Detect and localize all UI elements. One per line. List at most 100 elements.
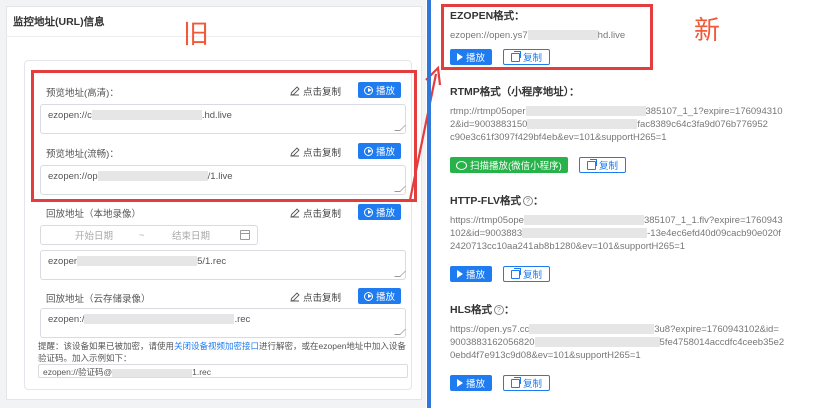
pencil-icon xyxy=(290,208,300,218)
flv-play-button[interactable]: 播放 xyxy=(450,266,493,282)
hls-title-text: HLS格式 xyxy=(450,304,492,316)
play-circle-icon xyxy=(364,85,373,95)
url-part: 2420713cc10aa241ab8b1280&ev=101&supportH… xyxy=(450,241,686,252)
wechat-icon xyxy=(456,160,467,170)
redacted-mask xyxy=(84,314,235,325)
url-prefix: ezopen://open.ys7 xyxy=(450,30,528,41)
address-suffix: /1.live xyxy=(207,171,233,182)
url-part: c90e3c61f3097f429bf4eb&ev=101&supportH26… xyxy=(450,132,667,143)
hls-url: https://open.ys7.cc 3u8?expire=1760943102… xyxy=(450,323,826,362)
play-icon xyxy=(457,379,463,387)
range-separator: ~ xyxy=(139,229,145,241)
copy-label: 复制 xyxy=(599,161,619,172)
pencil-icon xyxy=(290,86,300,96)
copy-label: 点击复制 xyxy=(303,148,342,159)
disable-encryption-link[interactable]: 关闭设备视频加密接口 xyxy=(174,341,259,351)
hls-copy-button[interactable]: 复制 xyxy=(503,375,551,391)
url-part: 385107_1_1?expire=176094310 xyxy=(645,106,783,117)
play-label: 播放 xyxy=(376,86,396,97)
playback-local-address-textarea[interactable]: ezoper 5/1.rec xyxy=(40,250,406,280)
example-prefix: ezopen://验证码@ xyxy=(43,367,113,377)
scan-play-button[interactable]: 扫描播放(微信小程序) xyxy=(450,157,568,173)
pencil-icon xyxy=(290,292,300,302)
url-part: rtmp://rtmp05oper xyxy=(450,106,526,117)
url-part: fac8389c64c3fa9d076b776952 xyxy=(637,119,768,130)
playback-cloud-play-button[interactable]: 播放 xyxy=(358,288,402,304)
redacted-mask xyxy=(529,324,655,335)
scan-label: 扫描播放(微信小程序) xyxy=(470,161,562,172)
playback-local-label: 回放地址（本地录像） xyxy=(46,209,142,220)
redacted-mask xyxy=(522,228,648,239)
rtmp-title: RTMP格式（小程序地址）： xyxy=(450,86,580,98)
redacted-mask xyxy=(97,171,208,182)
hls-play-button[interactable]: 播放 xyxy=(450,375,493,391)
play-label: 播放 xyxy=(376,292,396,303)
redacted-mask xyxy=(527,30,598,41)
old-panel: 监控地址(URL)信息 预览地址(高清)： 点击复制 播放 ezopen://c… xyxy=(0,0,426,408)
preview-hd-copy-link[interactable]: 点击复制 xyxy=(290,84,341,98)
example-suffix: 1.rec xyxy=(192,367,212,377)
flv-copy-button[interactable]: 复制 xyxy=(503,266,551,282)
start-date-placeholder: 开始日期 xyxy=(75,231,114,242)
encryption-notice: 提醒：该设备如果已被加密，请使用关闭设备视频加密接口进行解密，或在ezopen地… xyxy=(38,340,408,364)
address-suffix: .hd.live xyxy=(201,110,232,121)
help-icon[interactable]: ? xyxy=(494,305,504,316)
play-icon xyxy=(457,53,463,61)
rtmp-copy-button[interactable]: 复制 xyxy=(579,157,627,173)
preview-sd-play-button[interactable]: 播放 xyxy=(358,143,402,159)
preview-hd-address-textarea[interactable]: ezopen://c .hd.live xyxy=(40,104,406,134)
address-prefix: ezoper xyxy=(48,256,78,267)
old-annotation: 旧 xyxy=(183,20,210,50)
url-part: 2&id=9003883150 xyxy=(450,119,528,130)
playback-local-play-button[interactable]: 播放 xyxy=(358,204,402,220)
copy-label: 点击复制 xyxy=(303,293,342,304)
play-label: 播放 xyxy=(376,147,396,158)
url-part: https://rtmp05ope xyxy=(450,215,524,226)
play-circle-icon xyxy=(364,146,373,156)
address-prefix: ezopen://c xyxy=(48,110,92,121)
redacted-mask xyxy=(112,368,193,377)
preview-sd-address-textarea[interactable]: ezopen://op/1.live xyxy=(40,165,406,195)
playback-cloud-copy-link[interactable]: 点击复制 xyxy=(290,290,341,304)
copy-label: 点击复制 xyxy=(303,209,342,220)
title-divider xyxy=(6,36,426,37)
ezopen-url: ezopen://open.ys7 hd.live xyxy=(450,29,826,42)
notice-prefix: 提醒：该设备如果已被加密，请使用 xyxy=(38,341,175,351)
play-label: 播放 xyxy=(466,379,486,390)
play-circle-icon xyxy=(364,291,373,301)
help-icon[interactable]: ? xyxy=(522,196,533,207)
ezopen-play-button[interactable]: 播放 xyxy=(450,49,493,65)
url-part: 0ebd4f7e913c9d08&ev=101&supportH265=1 xyxy=(450,350,641,361)
playback-local-copy-link[interactable]: 点击复制 xyxy=(290,206,341,220)
url-part: 102&id=9003883 xyxy=(450,228,523,239)
old-panel-title: 监控地址(URL)信息 xyxy=(13,16,105,28)
url-part: 9003883162056820 xyxy=(450,337,535,348)
resize-handle[interactable] xyxy=(394,329,406,335)
address-suffix: 5/1.rec xyxy=(197,256,227,267)
copy-label: 复制 xyxy=(523,379,543,390)
play-icon xyxy=(457,270,463,278)
hls-title: HLS格式?： xyxy=(450,304,515,316)
resize-handle[interactable] xyxy=(394,271,406,277)
redacted-mask xyxy=(91,110,202,121)
redacted-mask xyxy=(525,106,646,117)
rtmp-url: rtmp://rtmp05oper 385107_1_1?expire=17609… xyxy=(450,105,826,144)
calendar-icon xyxy=(240,230,250,240)
flv-url: https://rtmp05ope 385107_1_1.flv?expire=1… xyxy=(450,214,826,253)
play-label: 播放 xyxy=(466,53,486,64)
panel-divider xyxy=(427,0,431,408)
copy-icon xyxy=(511,50,521,62)
preview-sd-copy-link[interactable]: 点击复制 xyxy=(290,145,341,159)
example-address-input[interactable]: ezopen://验证码@ 1.rec xyxy=(38,364,408,378)
flv-title-text: HTTP-FLV格式 xyxy=(450,195,521,207)
copy-label: 点击复制 xyxy=(303,87,342,98)
copy-icon xyxy=(511,267,521,279)
ezopen-copy-button[interactable]: 复制 xyxy=(503,49,551,65)
end-date-placeholder: 结束日期 xyxy=(172,231,211,242)
address-prefix: ezopen://op xyxy=(48,171,98,182)
date-range-picker[interactable]: 开始日期 ~ 结束日期 xyxy=(40,225,258,245)
url-part: https://open.ys7.cc xyxy=(450,324,530,335)
url-part: -13e4ec6efd40d09cacb90e020f xyxy=(647,228,781,239)
preview-hd-play-button[interactable]: 播放 xyxy=(358,82,402,98)
playback-cloud-address-textarea[interactable]: ezopen:/ .rec xyxy=(40,308,406,338)
